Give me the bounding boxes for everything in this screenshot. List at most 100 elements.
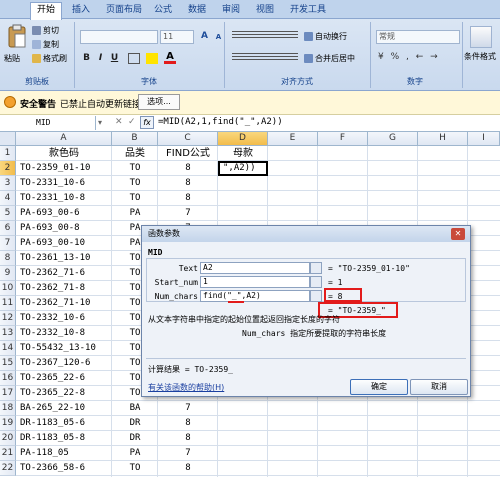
cell-a4[interactable]: TO-2331_10-8 <box>16 191 112 206</box>
row-header[interactable]: 22 <box>0 461 16 476</box>
cell-a8[interactable]: TO-2361_13-10 <box>16 251 112 266</box>
row-header[interactable]: 9 <box>0 266 16 281</box>
cell-d22[interactable] <box>218 461 268 476</box>
cell-c18[interactable]: 7 <box>158 401 218 416</box>
collapse-dialog-icon[interactable] <box>310 290 322 302</box>
cell-a17[interactable]: TO-2365_22-8 <box>16 386 112 401</box>
column-header-g[interactable]: G <box>368 132 418 146</box>
close-icon[interactable]: ✕ <box>451 228 465 240</box>
underline-button[interactable]: U <box>108 52 121 65</box>
enter-formula-icon[interactable]: ✓ <box>128 117 136 127</box>
copy-button[interactable]: 复制 <box>32 38 59 51</box>
paste-button[interactable] <box>6 24 28 52</box>
column-header-b[interactable]: B <box>112 132 158 146</box>
tab-home[interactable]: 开始 <box>30 2 63 20</box>
row-header[interactable]: 13 <box>0 326 16 341</box>
cell-a13[interactable]: TO-2332_10-8 <box>16 326 112 341</box>
row-header[interactable]: 2 <box>0 161 16 176</box>
row-header[interactable]: 20 <box>0 431 16 446</box>
cell-c2[interactable]: 8 <box>158 161 218 176</box>
cell-b2[interactable]: TO <box>112 161 158 176</box>
font-size-combo[interactable]: 11 <box>160 30 194 44</box>
row-header[interactable]: 10 <box>0 281 16 296</box>
ok-button[interactable]: 确定 <box>350 379 408 395</box>
cell-d4[interactable] <box>218 191 268 206</box>
cell-b22[interactable]: TO <box>112 461 158 476</box>
cell-a2[interactable]: TO-2359_01-10 <box>16 161 112 176</box>
tab-developer[interactable]: 开发工具 <box>284 3 332 19</box>
cell-a20[interactable]: DR-1183_05-8 <box>16 431 112 446</box>
formula-input[interactable]: =MID(A2,1,find("_",A2)) <box>158 117 283 127</box>
row-header[interactable]: 6 <box>0 221 16 236</box>
cell-a22[interactable]: TO-2366_58-6 <box>16 461 112 476</box>
cell-b21[interactable]: PA <box>112 446 158 461</box>
column-header-d[interactable]: D <box>218 132 268 146</box>
column-header-e[interactable]: E <box>268 132 318 146</box>
align-horizontal-icons[interactable] <box>232 53 298 62</box>
row-header[interactable]: 14 <box>0 341 16 356</box>
fill-color-icon[interactable] <box>146 53 158 64</box>
start-num-arg-input[interactable]: 1 <box>200 276 310 288</box>
wrap-text-button[interactable]: 自动换行 <box>304 30 347 43</box>
cell-d3[interactable] <box>218 176 268 191</box>
number-format-combo[interactable]: 常规 <box>376 30 460 44</box>
font-name-combo[interactable] <box>80 30 158 44</box>
tab-formulas[interactable]: 公式 <box>148 3 178 19</box>
cell-d5[interactable] <box>218 206 268 221</box>
row-header[interactable]: 19 <box>0 416 16 431</box>
cell-c1[interactable]: FIND公式 <box>158 146 218 161</box>
column-header-c[interactable]: C <box>158 132 218 146</box>
cell-a18[interactable]: BA-265_22-10 <box>16 401 112 416</box>
tab-view[interactable]: 视图 <box>250 3 280 19</box>
bold-button[interactable]: B <box>80 52 93 65</box>
function-help-link[interactable]: 有关该函数的帮助(H) <box>148 382 224 393</box>
row-header[interactable]: 21 <box>0 446 16 461</box>
cell-a7[interactable]: PA-693_00-10 <box>16 236 112 251</box>
column-header-f[interactable]: F <box>318 132 368 146</box>
row-header[interactable]: 1 <box>0 146 16 161</box>
row-header[interactable]: 11 <box>0 296 16 311</box>
border-icon[interactable] <box>128 53 140 64</box>
column-header-i[interactable]: I <box>468 132 500 146</box>
row-header[interactable]: 12 <box>0 311 16 326</box>
cell-c4[interactable]: 8 <box>158 191 218 206</box>
font-color-icon[interactable]: A <box>164 52 176 64</box>
row-header[interactable]: 18 <box>0 401 16 416</box>
text-arg-input[interactable]: A2 <box>200 262 310 274</box>
tab-page-layout[interactable]: 页面布局 <box>100 3 148 19</box>
cell-c20[interactable]: 8 <box>158 431 218 446</box>
cut-button[interactable]: 剪切 <box>32 24 59 37</box>
row-header[interactable]: 8 <box>0 251 16 266</box>
grow-font-icon[interactable]: A <box>198 30 211 43</box>
cell-b1[interactable]: 品类 <box>112 146 158 161</box>
merge-center-button[interactable]: 合并后居中 <box>304 52 355 65</box>
cell-d20[interactable] <box>218 431 268 446</box>
cell-d19[interactable] <box>218 416 268 431</box>
cell-a15[interactable]: TO-2367_120-6 <box>16 356 112 371</box>
number-format-buttons[interactable]: ¥ % , ← → <box>378 51 456 63</box>
row-header[interactable]: 7 <box>0 236 16 251</box>
column-header-h[interactable]: H <box>418 132 468 146</box>
cell-b18[interactable]: BA <box>112 401 158 416</box>
cell-c3[interactable]: 8 <box>158 176 218 191</box>
italic-button[interactable]: I <box>94 52 107 65</box>
collapse-dialog-icon[interactable] <box>310 262 322 274</box>
cell-a6[interactable]: PA-693_00-8 <box>16 221 112 236</box>
security-options-button[interactable]: 选项... <box>138 94 180 110</box>
active-cell-d2[interactable]: ",A2)) <box>218 161 268 176</box>
cell-d18[interactable] <box>218 401 268 416</box>
cancel-formula-icon[interactable]: ✕ <box>115 117 123 127</box>
row-header[interactable]: 16 <box>0 371 16 386</box>
row-header[interactable]: 4 <box>0 191 16 206</box>
cell-a19[interactable]: DR-1183_05-6 <box>16 416 112 431</box>
cell-c22[interactable]: 8 <box>158 461 218 476</box>
cell-a21[interactable]: PA-118_05 <box>16 446 112 461</box>
cell-a16[interactable]: TO-2365_22-6 <box>16 371 112 386</box>
cell-a9[interactable]: TO-2362_71-6 <box>16 266 112 281</box>
cell-c21[interactable]: 7 <box>158 446 218 461</box>
tab-insert[interactable]: 插入 <box>66 3 96 19</box>
column-header-a[interactable]: A <box>16 132 112 146</box>
cancel-button[interactable]: 取消 <box>410 379 468 395</box>
cell-a14[interactable]: TO-55432_13-10 <box>16 341 112 356</box>
name-box[interactable]: MID <box>0 116 96 130</box>
